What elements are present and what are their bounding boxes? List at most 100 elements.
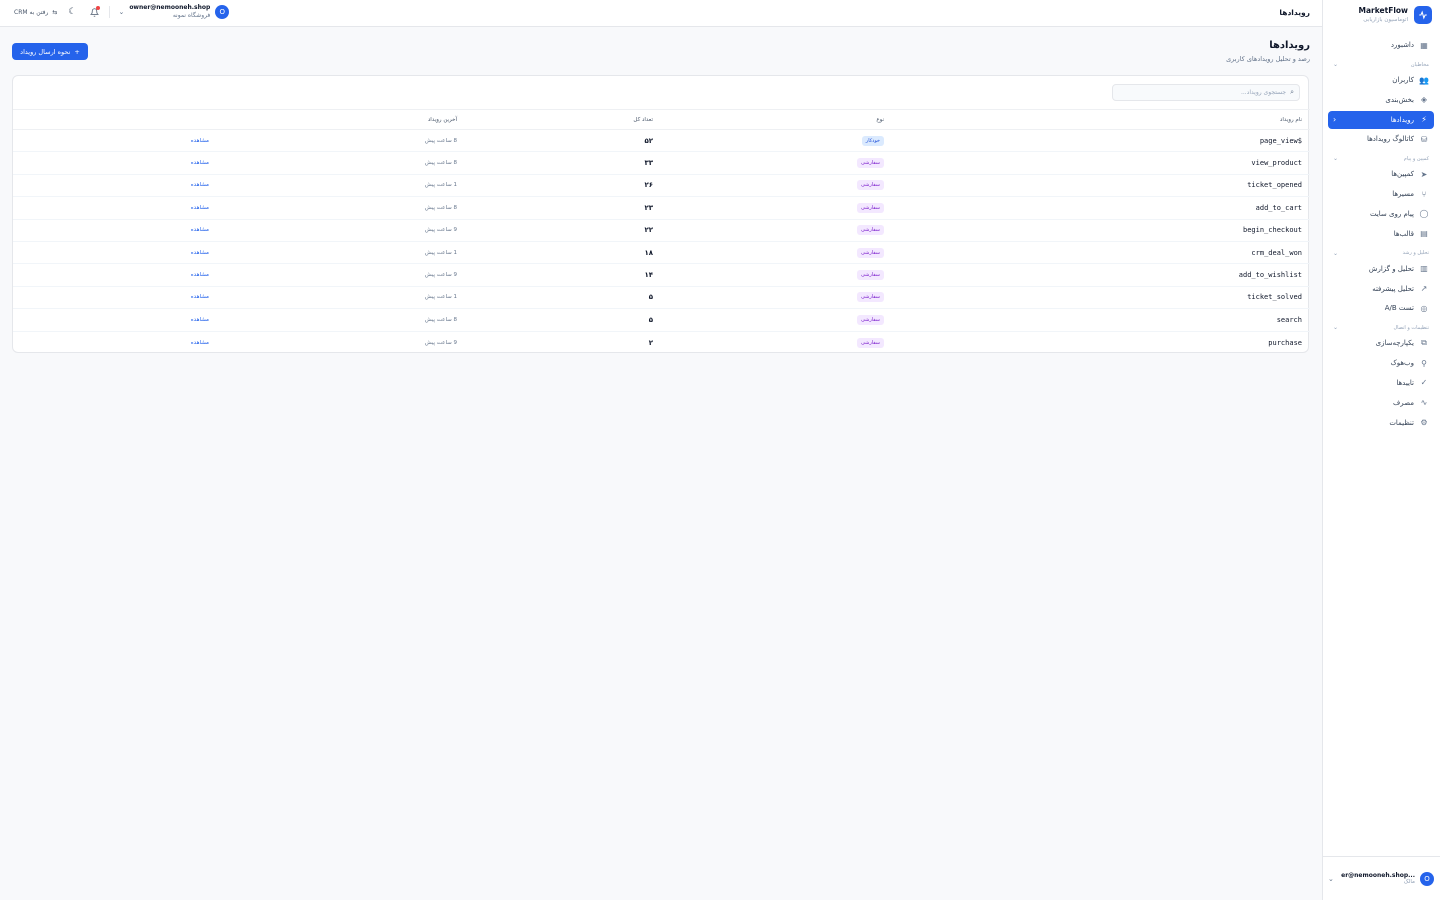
event-type-badge: سفارشی xyxy=(856,337,884,348)
sidebar-item-label: تست A/B xyxy=(1384,304,1414,313)
sidebar-group-title[interactable]: تحلیل و رشد ⌄ xyxy=(1328,247,1434,260)
event-count: ۱۴ xyxy=(644,271,653,280)
sidebar-user[interactable]: O ...er@nemooneh.shop مالک ⌄ xyxy=(1322,856,1440,900)
brand[interactable]: MarketFlow اتوماسیون بازاریابی xyxy=(1322,4,1432,26)
git-branch-icon: ⑂ xyxy=(1421,189,1427,199)
sidebar-item[interactable]: ⚲ وب‌هوک xyxy=(1328,354,1434,372)
sidebar-item[interactable]: ⑂ مسیرها xyxy=(1328,185,1434,203)
view-event-link[interactable]: مشاهده xyxy=(191,317,209,323)
sidebar-item[interactable]: ↗ تحلیل پیشرفته xyxy=(1328,280,1434,298)
event-last-seen: 8 ساعت پیش xyxy=(424,160,457,167)
sidebar-item[interactable]: ⚙ تنظیمات xyxy=(1328,414,1434,432)
sidebar-item-label: داشبورد xyxy=(1390,41,1414,49)
sidebar-group-label: کمپین و پیام xyxy=(1403,155,1429,162)
search-input[interactable] xyxy=(1126,89,1287,96)
sidebar-item[interactable]: ◎ تست A/B xyxy=(1328,299,1434,317)
sidebar-item[interactable]: ⧉ یکپارچه‌سازی xyxy=(1328,334,1434,352)
view-event-link[interactable]: مشاهده xyxy=(191,160,209,166)
view-event-link[interactable]: مشاهده xyxy=(191,294,209,300)
event-name: purchase xyxy=(1268,338,1302,347)
sidebar-item[interactable]: 👥 کاربران xyxy=(1328,71,1434,89)
how-to-send-event-button[interactable]: + نحوه ارسال رویداد xyxy=(12,43,88,60)
table-row[interactable]: add_to_cart سفارشی ۲۳ 8 ساعت پیش مشاهده xyxy=(13,197,1310,220)
event-type-badge: سفارشی xyxy=(856,314,884,325)
column-header-count[interactable]: تعداد کل xyxy=(633,110,653,129)
message-icon: ◯ xyxy=(1419,209,1429,219)
theme-toggle-button[interactable]: ☾ xyxy=(65,5,79,19)
event-last-seen: 1 ساعت پیش xyxy=(424,294,457,301)
event-count: ۵ xyxy=(648,293,653,302)
sidebar-user-email: ...er@nemooneh.shop xyxy=(1341,872,1415,879)
sidebar-item[interactable]: ◯ پیام روی سایت xyxy=(1328,205,1434,223)
sidebar-group-title[interactable]: مخاطبان ⌄ xyxy=(1328,58,1434,71)
sidebar-item[interactable]: ▥ تحلیل و گزارش xyxy=(1328,260,1434,278)
sidebar-item-label: تحلیل پیشرفته xyxy=(1372,284,1414,293)
event-name: $page_view xyxy=(1259,136,1302,145)
column-header-type[interactable]: نوع xyxy=(876,110,884,129)
event-count: ۲۳ xyxy=(644,203,653,212)
swap-icon: ⇆ xyxy=(52,8,58,16)
event-name: ticket_solved xyxy=(1247,293,1302,302)
event-name: ticket_opened xyxy=(1247,181,1302,190)
sidebar-item[interactable]: ➤ کمپین‌ها xyxy=(1328,165,1434,183)
target-icon: ◎ xyxy=(1420,303,1428,313)
webhook-icon: ⚲ xyxy=(1421,358,1427,368)
table-row[interactable]: view_product سفارشی ۳۳ 8 ساعت پیش مشاهده xyxy=(13,152,1310,175)
activity-icon xyxy=(1414,6,1432,24)
view-event-link[interactable]: مشاهده xyxy=(191,272,209,278)
events-card: ⌕ نام رویداد نوع تعداد کل آخرین رویداد $… xyxy=(12,75,1310,354)
event-last-seen: 1 ساعت پیش xyxy=(424,249,457,256)
view-event-link[interactable]: مشاهده xyxy=(191,138,209,144)
notification-dot xyxy=(96,6,101,10)
event-type-badge: سفارشی xyxy=(856,158,884,169)
users-icon: 👥 xyxy=(1419,75,1429,85)
table-body: $page_view خودکار ۵۲ 8 ساعت پیش مشاهده view_p… xyxy=(13,130,1310,354)
sidebar-group-title[interactable]: تنظیمات و اتصال ⌄ xyxy=(1328,321,1434,334)
notifications-button[interactable] xyxy=(87,5,101,19)
sidebar-item[interactable]: ▤ قالب‌ها xyxy=(1328,225,1434,243)
sidebar-item-label: مسیرها xyxy=(1392,190,1414,199)
table-row[interactable]: add_to_wishlist سفارشی ۱۴ 9 ساعت پیش مشاهده xyxy=(13,264,1310,287)
table-row[interactable]: search سفارشی ۵ 8 ساعت پیش مشاهده xyxy=(13,309,1310,332)
view-event-link[interactable]: مشاهده xyxy=(191,205,209,211)
table-row[interactable]: ticket_solved سفارشی ۵ 1 ساعت پیش مشاهده xyxy=(13,287,1310,310)
event-type-badge: سفارشی xyxy=(856,247,884,258)
crm-link[interactable]: ⇆ رفتن به CRM xyxy=(14,9,57,16)
search-box[interactable]: ⌕ xyxy=(1112,84,1300,101)
page-header: رویدادها رصد و تحلیل رویدادهای کاربری xyxy=(1226,40,1310,63)
view-event-link[interactable]: مشاهده xyxy=(191,227,209,233)
table-row[interactable]: ticket_opened سفارشی ۲۶ 1 ساعت پیش مشاهده xyxy=(13,175,1310,198)
event-type-badge: سفارشی xyxy=(856,202,884,213)
sidebar-item-label: کاتالوگ رویدادها xyxy=(1366,135,1414,144)
sidebar-item[interactable]: ◈ بخش‌بندی xyxy=(1328,91,1434,109)
table-row[interactable]: $page_view خودکار ۵۲ 8 ساعت پیش مشاهده xyxy=(13,130,1310,153)
sidebar-item-label: تاییدها xyxy=(1396,378,1414,387)
sidebar-item[interactable]: ∿ مصرف xyxy=(1328,394,1434,412)
sidebar-item[interactable]: ⛁ کاتالوگ رویدادها xyxy=(1328,130,1434,148)
topbar-title: رویدادها xyxy=(1279,8,1310,17)
sidebar-group-title[interactable]: کمپین و پیام ⌄ xyxy=(1328,152,1434,165)
event-name: begin_checkout xyxy=(1242,226,1302,235)
sidebar-item[interactable]: ✓ تاییدها xyxy=(1328,374,1434,392)
sidebar-item[interactable]: ▦ داشبورد xyxy=(1328,36,1434,54)
column-header-last[interactable]: آخرین رویداد xyxy=(428,110,457,129)
column-header-name[interactable]: نام رویداد xyxy=(1280,110,1302,129)
table-row[interactable]: purchase سفارشی ۲ 9 ساعت پیش مشاهده xyxy=(13,332,1310,354)
account-menu[interactable]: O owner@nemooneh.shop فروشگاه نمونه ⌄ xyxy=(118,4,230,20)
view-event-link[interactable]: مشاهده xyxy=(191,182,209,188)
event-name: crm_deal_won xyxy=(1251,248,1302,257)
view-event-link[interactable]: مشاهده xyxy=(191,250,209,256)
event-name: add_to_wishlist xyxy=(1238,271,1302,280)
table-row[interactable]: begin_checkout سفارشی ۲۲ 9 ساعت پیش مشاهده xyxy=(13,220,1310,242)
search-icon: ⌕ xyxy=(1290,88,1294,96)
file-icon: ▤ xyxy=(1420,229,1428,239)
sidebar-group-label: تحلیل و رشد xyxy=(1402,250,1429,257)
view-event-link[interactable]: مشاهده xyxy=(191,340,209,346)
trending-icon: ↗ xyxy=(1420,284,1428,294)
zap-icon: ⚡ xyxy=(1421,115,1427,125)
table-row[interactable]: crm_deal_won سفارشی ۱۸ 1 ساعت پیش مشاهده xyxy=(13,242,1310,265)
app-subtitle: اتوماسیون بازاریابی xyxy=(1363,17,1408,23)
page-title: رویدادها xyxy=(1269,40,1310,51)
event-name: view_product xyxy=(1251,159,1302,168)
sidebar-item[interactable]: ⚡ رویدادها ‹ xyxy=(1328,110,1434,129)
